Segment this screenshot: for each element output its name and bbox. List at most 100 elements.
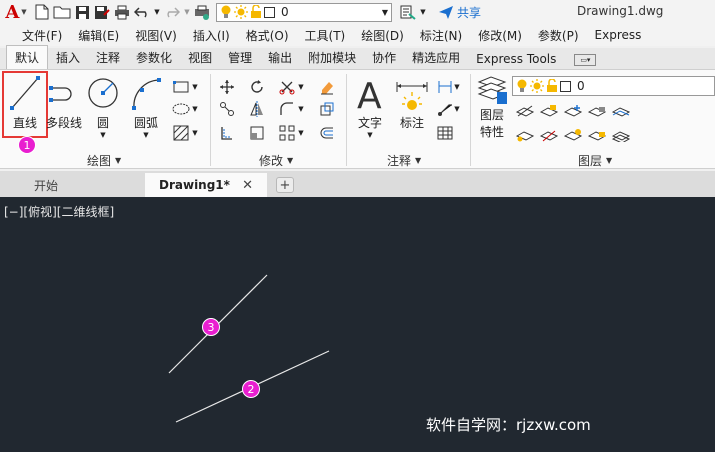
chevron-down-icon[interactable]: ▼ xyxy=(452,98,462,120)
color-swatch-icon xyxy=(560,80,571,92)
share-button[interactable]: 共享 xyxy=(438,4,481,21)
layer-unisolate-icon[interactable] xyxy=(538,124,560,146)
dimension-button[interactable]: 标注 xyxy=(393,74,431,131)
annotation-panel-title[interactable]: 注释 ▼ xyxy=(387,152,421,169)
canvas-drawing xyxy=(168,274,330,423)
tab-annotate[interactable]: 注释 xyxy=(88,46,128,70)
chevron-down-icon: ▼ xyxy=(287,156,294,165)
circle-button[interactable]: 圆 ▼ xyxy=(84,74,122,139)
modify-panel-title[interactable]: 修改 ▼ xyxy=(259,152,293,169)
chevron-down-icon[interactable]: ▼ xyxy=(296,98,306,120)
save-as-icon[interactable] xyxy=(92,2,112,22)
menu-view[interactable]: 视图(V) xyxy=(127,27,185,44)
scale-icon[interactable] xyxy=(246,122,268,144)
erase-icon[interactable] xyxy=(316,76,338,98)
step-badge-1: 1 xyxy=(18,136,36,154)
layer-current-icon[interactable] xyxy=(610,100,632,122)
layer-thaw-icon[interactable] xyxy=(562,124,584,146)
menu-dimension[interactable]: 标注(N) xyxy=(412,27,470,44)
polyline-button[interactable]: 多段线 xyxy=(45,74,83,131)
layer-off-icon[interactable] xyxy=(514,100,536,122)
tab-featured-apps[interactable]: 精选应用 xyxy=(404,46,468,70)
app-menu-button[interactable]: A ▼ xyxy=(0,0,32,24)
copy-icon[interactable] xyxy=(216,98,238,120)
move-icon[interactable] xyxy=(216,76,238,98)
chevron-down-icon[interactable]: ▼ xyxy=(190,76,200,98)
trim-icon[interactable] xyxy=(276,76,298,98)
mirror-icon[interactable] xyxy=(246,98,268,120)
menu-edit[interactable]: 编辑(E) xyxy=(70,27,127,44)
layer-lock-icon[interactable] xyxy=(586,100,608,122)
undo-icon[interactable] xyxy=(132,2,152,22)
tab-addins[interactable]: 附加模块 xyxy=(300,46,364,70)
layer-unlock-icon[interactable] xyxy=(586,124,608,146)
tab-collaborate[interactable]: 协作 xyxy=(364,46,404,70)
ribbon-minimize-button[interactable]: ▭▾ xyxy=(574,54,597,66)
tab-manage[interactable]: 管理 xyxy=(220,46,260,70)
layer-match-icon[interactable] xyxy=(610,124,632,146)
menu-insert[interactable]: 插入(I) xyxy=(185,27,238,44)
match-properties-icon[interactable] xyxy=(398,2,418,22)
app-logo: A xyxy=(5,1,20,23)
plot-icon[interactable] xyxy=(192,2,212,22)
menu-format[interactable]: 格式(O) xyxy=(238,27,297,44)
layer-stack-icon xyxy=(477,76,507,104)
save-icon[interactable] xyxy=(72,2,92,22)
tab-home[interactable]: 默认 xyxy=(6,45,49,70)
chevron-down-icon: ▼ xyxy=(100,131,106,139)
redo-dropdown-icon[interactable]: ▼ xyxy=(182,2,192,22)
circle-icon xyxy=(88,78,118,108)
menu-draw[interactable]: 绘图(D) xyxy=(353,27,412,44)
chevron-down-icon[interactable]: ▼ xyxy=(190,98,200,120)
qa-more-icon[interactable]: ▼ xyxy=(418,2,428,22)
menu-file[interactable]: 文件(F) xyxy=(14,27,70,44)
undo-dropdown-icon[interactable]: ▼ xyxy=(152,2,162,22)
stretch-icon[interactable] xyxy=(216,122,238,144)
ellipse-icon[interactable] xyxy=(170,98,192,120)
draw-panel-title[interactable]: 绘图 ▼ xyxy=(87,152,121,169)
circle-label: 圆 xyxy=(96,116,109,130)
layer-freeze-icon[interactable] xyxy=(562,100,584,122)
layer-isolate-icon[interactable] xyxy=(538,100,560,122)
new-tab-button[interactable]: + xyxy=(276,177,294,193)
array-icon[interactable] xyxy=(276,122,298,144)
fillet-icon[interactable] xyxy=(276,98,298,120)
tab-start[interactable]: 开始 xyxy=(20,173,144,197)
print-icon[interactable] xyxy=(112,2,132,22)
tab-express-tools[interactable]: Express Tools xyxy=(468,49,564,70)
tab-view[interactable]: 视图 xyxy=(180,46,220,70)
close-icon[interactable]: ✕ xyxy=(242,178,253,193)
layer-on-icon[interactable] xyxy=(514,124,536,146)
redo-icon[interactable] xyxy=(162,2,182,22)
panel-divider xyxy=(210,74,211,166)
new-file-icon[interactable] xyxy=(32,2,52,22)
explode-icon[interactable] xyxy=(316,98,338,120)
arc-button[interactable]: 圆弧 ▼ xyxy=(125,74,167,139)
rotate-icon[interactable] xyxy=(246,76,268,98)
layer-properties-button[interactable]: 图层 特性 xyxy=(473,74,511,140)
tab-output[interactable]: 输出 xyxy=(260,46,300,70)
menu-parametric[interactable]: 参数(P) xyxy=(530,27,587,44)
chevron-down-icon[interactable]: ▼ xyxy=(190,122,200,144)
menu-modify[interactable]: 修改(M) xyxy=(470,27,530,44)
menu-express[interactable]: Express xyxy=(587,28,650,42)
chevron-down-icon[interactable]: ▼ xyxy=(296,122,306,144)
chevron-down-icon[interactable]: ▼ xyxy=(296,76,306,98)
tab-drawing1[interactable]: Drawing1* ✕ xyxy=(145,173,267,197)
drawing-canvas[interactable]: [−][俯视][二维线框] 3 2 软件自学网：rjzxw.com xyxy=(0,197,715,452)
open-folder-icon[interactable] xyxy=(52,2,72,22)
hatch-icon[interactable] xyxy=(170,122,192,144)
table-icon[interactable] xyxy=(434,122,456,144)
offset-icon[interactable] xyxy=(316,122,338,144)
chevron-down-icon: ▼ xyxy=(415,156,422,165)
layer-dropdown[interactable]: 0 ▼ xyxy=(216,2,392,22)
chevron-down-icon[interactable]: ▼ xyxy=(452,76,462,98)
layer-value: 0 xyxy=(577,79,585,93)
text-button[interactable]: A 文字 ▼ xyxy=(352,74,388,139)
layer-dropdown-ribbon[interactable]: 0 xyxy=(512,76,715,96)
layers-panel-title[interactable]: 图层 ▼ xyxy=(578,152,612,169)
tab-parametric[interactable]: 参数化 xyxy=(128,46,180,70)
rectangle-icon[interactable] xyxy=(170,76,192,98)
menu-tools[interactable]: 工具(T) xyxy=(297,27,354,44)
tab-insert[interactable]: 插入 xyxy=(48,46,88,70)
